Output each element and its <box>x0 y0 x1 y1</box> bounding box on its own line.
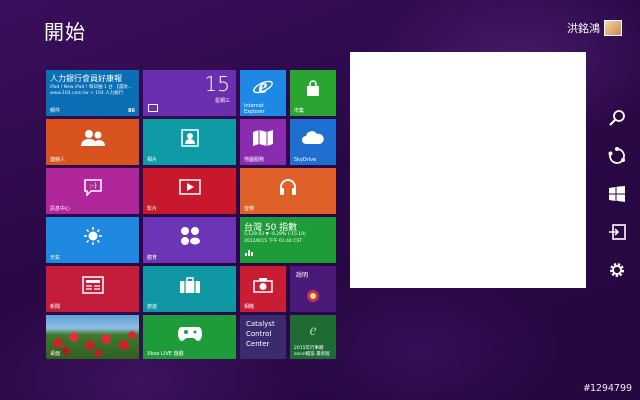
tile-news-label: 新聞 <box>50 304 61 310</box>
tile-video-label: 影片 <box>147 206 158 212</box>
tile-skydrive-label: SkyDrive <box>294 157 317 163</box>
charm-devices[interactable] <box>602 222 632 246</box>
search-icon <box>608 109 626 131</box>
catalyst-line-2: Control <box>246 330 272 338</box>
shopping-bag-icon <box>290 70 336 108</box>
calendar-icon <box>148 104 158 112</box>
user-name: 洪銘鴻 <box>567 22 600 35</box>
svg-text:e: e <box>259 76 268 97</box>
mail-headline: 人力銀行會員好康報 <box>50 74 122 83</box>
map-icon <box>240 119 286 157</box>
tile-finance[interactable]: 台灣 50 指數 5,129.03 ▼ -0.29% (-15.10) 2012… <box>240 217 336 263</box>
tile-people[interactable]: 連絡人 <box>46 119 139 165</box>
tile-excel-calendar[interactable]: e 2015年行事曆 excel檔案 最新版 <box>290 315 336 359</box>
chat-bubble-icon: :-) <box>46 168 139 206</box>
app-preview-panel <box>350 52 586 288</box>
tile-store[interactable]: 市集 <box>290 70 336 116</box>
sun-icon <box>46 217 139 255</box>
tile-travel[interactable]: 旅遊 <box>143 266 236 312</box>
tile-store-label: 市集 <box>294 108 305 114</box>
tile-calendar[interactable]: 15 星期三 <box>143 70 236 116</box>
tile-photos-label: 相片 <box>147 157 158 163</box>
tile-video[interactable]: 影片 <box>143 168 236 214</box>
tile-music-label: 音樂 <box>244 206 255 212</box>
suitcase-icon <box>143 266 236 304</box>
excel-file-icon: e <box>305 320 321 342</box>
tile-maps[interactable]: 地圖服務 <box>240 119 286 165</box>
tile-camera-label: 相機 <box>244 304 255 310</box>
catalyst-title: Catalyst Control Center <box>246 319 275 349</box>
tile-mail[interactable]: 人力銀行會員好康報 iPad / New iPad ! 每日抽 1 台 【還款.… <box>46 70 139 116</box>
finance-index-value: 5,129.03 ▼ -0.29% (-15.10) <box>244 232 306 237</box>
svg-text::-): :-) <box>89 182 97 190</box>
calendar-day: 15 <box>204 72 230 96</box>
sports-balls-icon <box>143 217 236 255</box>
help-app-icon <box>306 288 320 307</box>
tile-sports-label: 體育 <box>147 255 158 261</box>
tile-photos[interactable]: 相片 <box>143 119 236 165</box>
tile-maps-label: 地圖服務 <box>244 157 265 163</box>
headphones-icon <box>240 168 336 206</box>
chart-icon <box>245 241 253 260</box>
tile-catalyst[interactable]: Catalyst Control Center <box>240 315 286 359</box>
catalyst-line-1: Catalyst <box>246 320 275 328</box>
tile-ie-label: Internet Explorer <box>244 103 265 115</box>
tile-help-label: 說明 <box>296 272 309 279</box>
tile-desktop[interactable]: 桌面 <box>46 315 139 359</box>
devices-icon <box>608 224 626 244</box>
tile-help[interactable]: 說明 <box>290 266 336 312</box>
charm-search[interactable] <box>602 108 632 132</box>
photo-icon <box>143 119 236 157</box>
share-icon <box>607 146 627 170</box>
cloud-icon <box>290 119 336 157</box>
tile-weather-label: 天氣 <box>50 255 61 261</box>
newspaper-icon <box>46 266 139 304</box>
tile-messaging-label: 訊息中心 <box>50 206 71 212</box>
tile-camera[interactable]: 相機 <box>240 266 286 312</box>
charm-settings[interactable] <box>602 260 632 284</box>
catalyst-line-3: Center <box>246 340 270 348</box>
tile-weather[interactable]: 天氣 <box>46 217 139 263</box>
tile-desktop-label: 桌面 <box>50 351 61 357</box>
xbox-controller-icon <box>143 315 236 351</box>
tile-internet-explorer[interactable]: e Internet Explorer <box>240 70 286 116</box>
tile-news[interactable]: 新聞 <box>46 266 139 312</box>
tile-excel-label: 2015年行事曆 excel檔案 最新版 <box>294 346 330 357</box>
charm-start[interactable] <box>602 184 632 208</box>
settings-icon <box>608 261 626 283</box>
tile-xbox-label: Xbox LIVE 遊戲 <box>147 351 184 357</box>
watermark-id: #1294799 <box>583 383 632 394</box>
tile-music[interactable]: 音樂 <box>240 168 336 214</box>
ie-icon: e <box>240 70 286 102</box>
mail-body: iPad / New iPad ! 每日抽 1 台 【還款... www.104… <box>50 85 132 96</box>
mail-count-badge: 86 <box>128 108 135 114</box>
tile-xbox[interactable]: Xbox LIVE 遊戲 <box>143 315 236 359</box>
tile-people-label: 連絡人 <box>50 157 66 163</box>
tile-messaging[interactable]: :-) 訊息中心 <box>46 168 139 214</box>
svg-text:e: e <box>309 322 316 338</box>
charm-share[interactable] <box>602 146 632 170</box>
start-icon <box>609 186 625 206</box>
tile-sports[interactable]: 體育 <box>143 217 236 263</box>
tile-mail-label: 郵件 <box>50 108 61 114</box>
calendar-weekday: 星期三 <box>214 98 230 104</box>
people-icon <box>46 119 139 157</box>
page-title: 開始 <box>44 20 86 44</box>
camera-icon <box>240 266 286 304</box>
play-icon <box>143 168 236 206</box>
tile-travel-label: 旅遊 <box>147 304 158 310</box>
avatar <box>604 20 622 36</box>
user-account[interactable]: 洪銘鴻 <box>567 20 622 36</box>
tile-skydrive[interactable]: SkyDrive <box>290 119 336 165</box>
